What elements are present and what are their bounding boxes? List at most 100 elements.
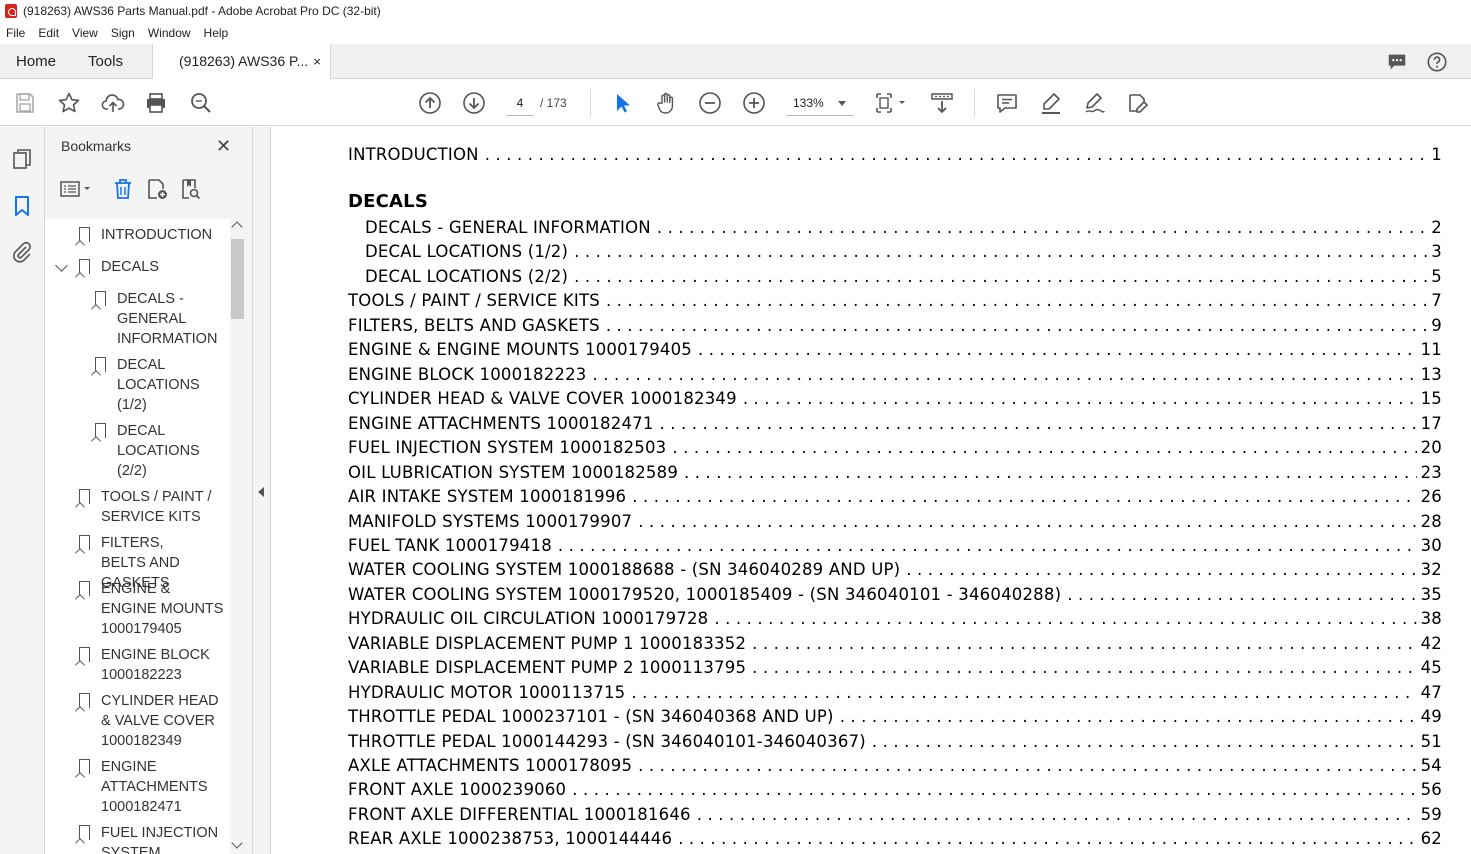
panel-splitter[interactable]: [253, 127, 271, 854]
chevron-down-icon[interactable]: [55, 259, 68, 272]
toc-page-number: 45: [1420, 658, 1442, 677]
toc-entry[interactable]: THROTTLE PEDAL 1000237101 - (SN 34604036…: [348, 702, 1442, 726]
toc-page-number: 28: [1420, 512, 1442, 531]
menu-sign[interactable]: Sign: [111, 26, 135, 40]
tab-tools[interactable]: Tools: [88, 44, 123, 79]
menu-file[interactable]: File: [6, 26, 25, 40]
bookmark-item[interactable]: ENGINE ATTACHMENTS 1000182471: [79, 757, 221, 817]
toc-entry[interactable]: DECAL LOCATIONS (1/2)...................…: [365, 237, 1442, 261]
pages-icon[interactable]: [10, 147, 34, 171]
print-icon[interactable]: [144, 91, 168, 115]
toc-entry[interactable]: HYDRAULIC OIL CIRCULATION 1000179728....…: [348, 604, 1442, 628]
bookmark-item[interactable]: CYLINDER HEAD & VALVE COVER 1000182349: [79, 691, 230, 751]
bookmark-item[interactable]: DECALS - GENERAL INFORMATION: [95, 289, 222, 349]
bookmark-item[interactable]: INTRODUCTION: [79, 225, 221, 245]
toc-page-number: 2: [1431, 218, 1442, 237]
comment-note-icon[interactable]: [995, 91, 1019, 115]
toc-entry[interactable]: FUEL INJECTION SYSTEM 1000182503........…: [348, 433, 1442, 457]
attachment-icon[interactable]: [10, 240, 34, 264]
toc-entry[interactable]: MANIFOLD SYSTEMS 1000179907.............…: [348, 507, 1442, 531]
toc-entry[interactable]: ENGINE BLOCK 1000182223.................…: [348, 360, 1442, 384]
toc-page-number: 26: [1420, 487, 1442, 506]
edit-pdf-icon[interactable]: [1126, 91, 1150, 115]
bookmark-tree: INTRODUCTION DECALS DECALS - GENERAL INF…: [45, 219, 230, 854]
menu-edit[interactable]: Edit: [38, 26, 59, 40]
bookmark-item[interactable]: DECAL LOCATIONS (1/2): [95, 355, 212, 415]
save-icon[interactable]: [13, 91, 37, 115]
toc-page-number: 32: [1420, 560, 1442, 579]
toc-entry[interactable]: DECALS - GENERAL INFORMATION............…: [365, 213, 1442, 237]
toc-entry[interactable]: REAR AXLE 1000238753, 1000144446........…: [348, 824, 1442, 848]
toc-entry[interactable]: HYDRAULIC MOTOR 1000113715..............…: [348, 678, 1442, 702]
bookmark-item[interactable]: TOOLS / PAINT / SERVICE KITS: [79, 487, 226, 527]
page-number-input[interactable]: 4: [506, 90, 534, 116]
toc-title: ENGINE ATTACHMENTS 1000182471: [348, 414, 654, 433]
star-icon[interactable]: [57, 91, 81, 115]
bookmark-item[interactable]: FUEL INJECTION SYSTEM: [79, 823, 221, 854]
sign-icon[interactable]: [1083, 91, 1107, 115]
hand-icon[interactable]: [654, 91, 678, 115]
toc-leader-dots: ........................................…: [656, 218, 1427, 237]
tab-document[interactable]: (918263) AWS36 P... ×: [152, 44, 331, 79]
toc-entry[interactable]: ENGINE ATTACHMENTS 1000182471...........…: [348, 409, 1442, 433]
bookmark-item[interactable]: DECALS: [55, 257, 221, 277]
scroll-mode-icon[interactable]: [930, 91, 954, 115]
close-icon[interactable]: ✕: [216, 137, 231, 155]
toc-section-heading[interactable]: DECALS: [348, 188, 1442, 212]
comment-icon[interactable]: [1386, 51, 1408, 73]
page-down-icon[interactable]: [462, 91, 486, 115]
close-tab-icon[interactable]: ×: [313, 44, 321, 79]
chevron-down-icon: [838, 101, 846, 106]
toc-entry[interactable]: FRONT AXLE 1000239060...................…: [348, 775, 1442, 799]
zoom-in-icon[interactable]: [742, 91, 766, 115]
toc-entry[interactable]: FILTERS, BELTS AND GASKETS..............…: [348, 311, 1442, 335]
menu-help[interactable]: Help: [204, 26, 229, 40]
toc-entry[interactable]: FRONT AXLE DIFFERENTIAL 1000181646......…: [348, 800, 1442, 824]
zoom-select[interactable]: 133%: [786, 90, 854, 116]
toc-entry[interactable]: VARIABLE DISPLACEMENT PUMP 2 1000113795.…: [348, 653, 1442, 677]
page-fit-icon[interactable]: [874, 91, 910, 115]
toc-title: FUEL INJECTION SYSTEM 1000182503: [348, 438, 667, 457]
menu-window[interactable]: Window: [148, 26, 191, 40]
toc-entry[interactable]: OIL LUBRICATION SYSTEM 1000182589.......…: [348, 458, 1442, 482]
bookmark-flag-icon: [79, 647, 90, 662]
bookmark-item[interactable]: ENGINE & ENGINE MOUNTS 1000179405: [79, 579, 229, 639]
bookmark-icon[interactable]: [10, 194, 34, 218]
toc-entry[interactable]: INTRODUCTION............................…: [348, 140, 1442, 164]
toc-entry[interactable]: FUEL TANK 1000179418....................…: [348, 531, 1442, 555]
zoom-search-icon[interactable]: [189, 91, 213, 115]
new-bookmark-icon[interactable]: [145, 177, 169, 201]
tab-home[interactable]: Home: [16, 44, 56, 79]
toc-entry[interactable]: THROTTLE PEDAL 1000144293 - (SN 34604010…: [348, 727, 1442, 751]
highlight-icon[interactable]: [1039, 91, 1063, 115]
bookmark-item[interactable]: DECAL LOCATIONS (2/2): [95, 421, 212, 481]
toc-entry[interactable]: CYLINDER HEAD & VALVE COVER 1000182349..…: [348, 384, 1442, 408]
toc-entry[interactable]: WATER COOLING SYSTEM 1000188688 - (SN 34…: [348, 555, 1442, 579]
bookmark-item[interactable]: ENGINE BLOCK 1000182223: [79, 645, 211, 685]
toc-entry[interactable]: VARIABLE DISPLACEMENT PUMP 1 1000183352.…: [348, 629, 1442, 653]
toc-entry[interactable]: AXLE ATTACHMENTS 1000178095.............…: [348, 751, 1442, 775]
bookmark-label: CYLINDER HEAD & VALVE COVER 1000182349: [101, 693, 219, 749]
toc-entry[interactable]: AIR INTAKE SYSTEM 1000181996............…: [348, 482, 1442, 506]
toolbar-divider: [590, 89, 591, 117]
select-arrow-icon[interactable]: [610, 91, 634, 115]
bookmark-search-icon[interactable]: [179, 177, 203, 201]
zoom-out-icon[interactable]: [698, 91, 722, 115]
toc-leader-dots: ........................................…: [698, 340, 1417, 359]
help-icon[interactable]: [1426, 51, 1448, 73]
collapse-panel-icon[interactable]: [258, 487, 264, 497]
toc-entry[interactable]: WATER COOLING SYSTEM 1000179520, 1000185…: [348, 580, 1442, 604]
bookmark-label: ENGINE BLOCK 1000182223: [101, 647, 210, 683]
document-view[interactable]: INTRODUCTION............................…: [271, 127, 1471, 854]
delete-bookmark-icon[interactable]: [111, 177, 135, 201]
toc-entry[interactable]: TOOLS / PAINT / SERVICE KITS............…: [348, 286, 1442, 310]
toc-entry[interactable]: DECAL LOCATIONS (2/2)...................…: [365, 262, 1442, 286]
menu-view[interactable]: View: [72, 26, 98, 40]
toc-page-number: 5: [1431, 267, 1442, 286]
scrollbar-thumb[interactable]: [231, 239, 244, 319]
page-up-icon[interactable]: [418, 91, 442, 115]
upload-icon[interactable]: [101, 91, 125, 115]
toc-page-number: 13: [1420, 365, 1442, 384]
toc-entry[interactable]: ENGINE & ENGINE MOUNTS 1000179405.......…: [348, 335, 1442, 359]
options-icon[interactable]: [59, 177, 95, 201]
